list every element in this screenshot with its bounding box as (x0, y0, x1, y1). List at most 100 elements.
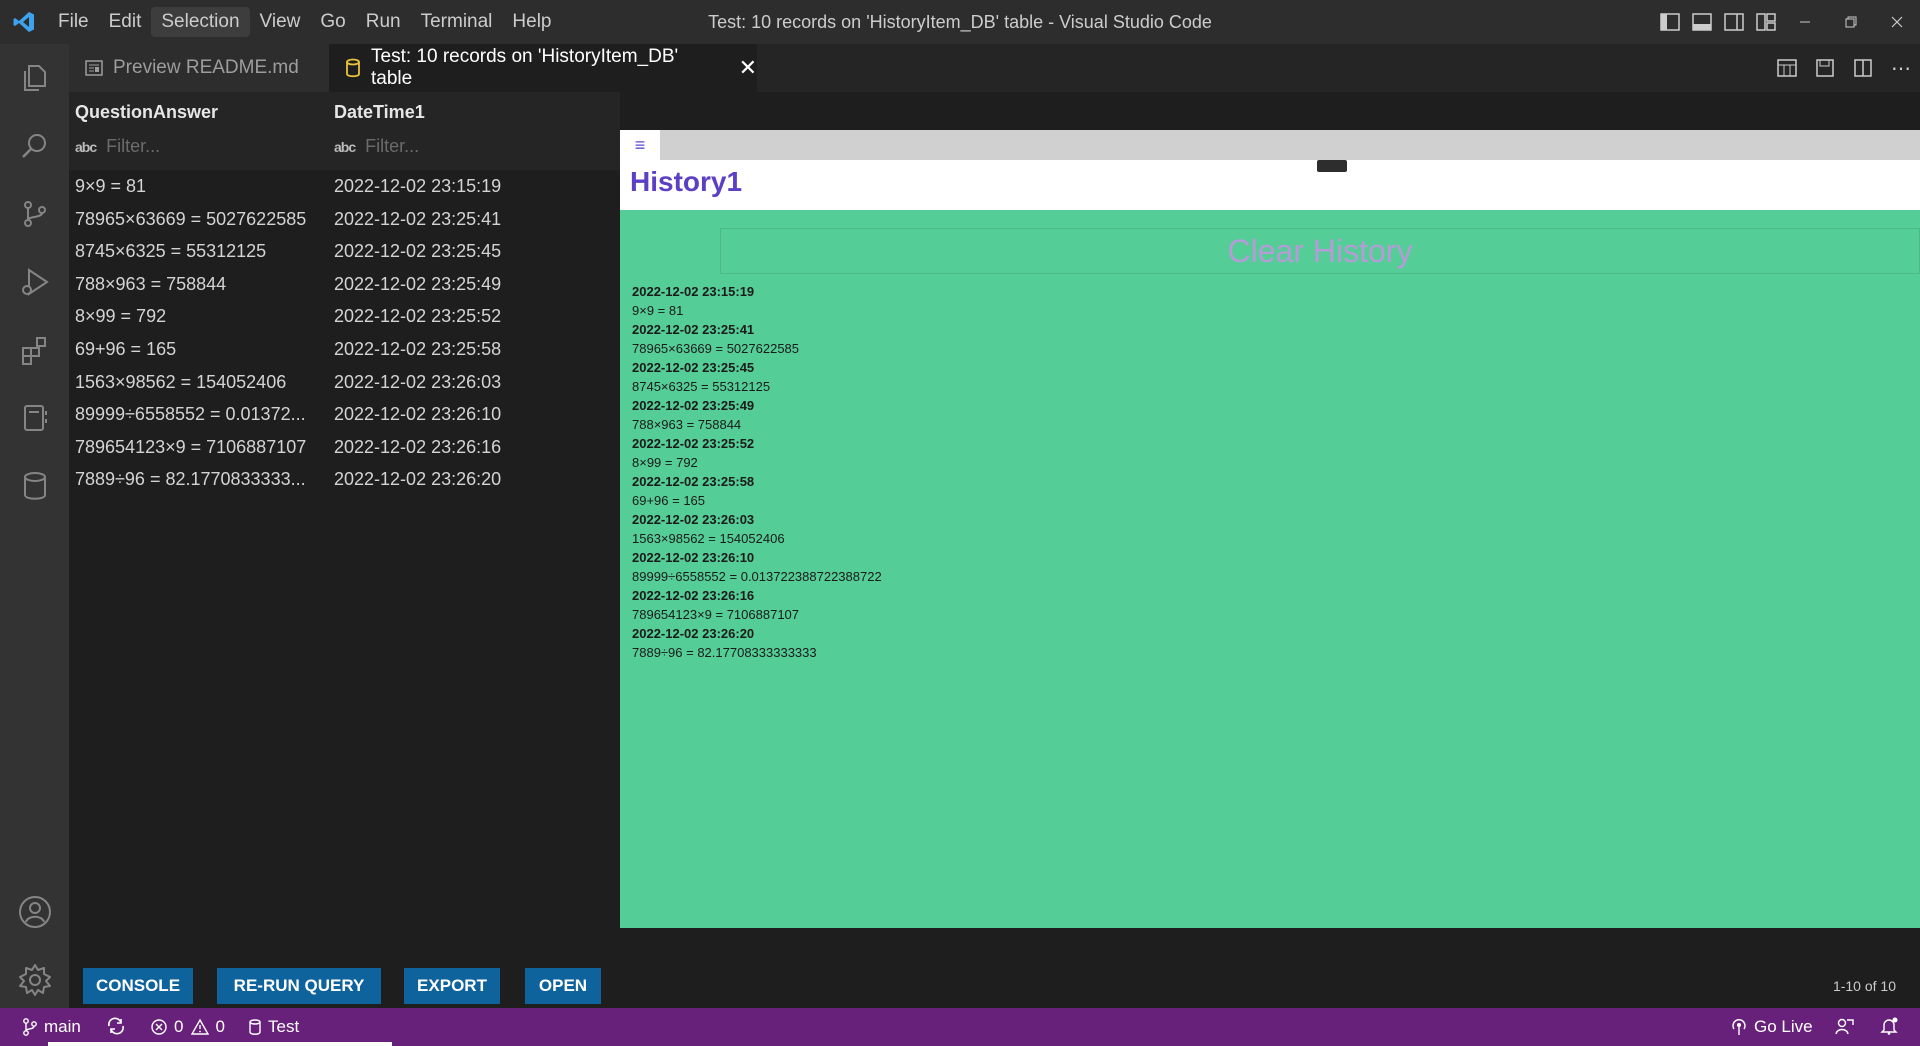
cell-datetime1[interactable]: 2022-12-02 23:25:58 (334, 339, 501, 360)
toggle-panel-icon[interactable] (1686, 0, 1718, 44)
console-button[interactable]: CONSOLE (83, 968, 193, 1004)
settings-gear-icon[interactable] (0, 946, 69, 1014)
cell-datetime1[interactable]: 2022-12-02 23:25:49 (334, 274, 501, 295)
cell-datetime1[interactable]: 2022-12-02 23:25:45 (334, 241, 501, 262)
title-controls (1654, 0, 1920, 44)
cell-questionanswer[interactable]: 7889÷96 = 82.1770833333... (75, 469, 325, 490)
toggle-secondary-sidebar-icon[interactable] (1718, 0, 1750, 44)
source-control-icon[interactable] (0, 180, 69, 248)
customize-layout-icon[interactable] (1750, 0, 1782, 44)
export-button[interactable]: EXPORT (404, 968, 500, 1004)
tab-query-results[interactable]: Test: 10 records on 'HistoryItem_DB' tab… (329, 44, 757, 92)
cell-questionanswer[interactable]: 89999÷6558552 = 0.01372... (75, 404, 325, 425)
open-button[interactable]: OPEN (525, 968, 601, 1004)
toggle-primary-sidebar-icon[interactable] (1654, 0, 1686, 44)
menu-terminal[interactable]: Terminal (411, 7, 503, 37)
cell-questionanswer[interactable]: 78965×63669 = 5027622585 (75, 209, 325, 230)
sync-icon[interactable] (106, 1017, 132, 1035)
warning-icon (191, 1018, 210, 1035)
cell-datetime1[interactable]: 2022-12-02 23:15:19 (334, 176, 501, 197)
notebook-icon[interactable] (0, 384, 69, 452)
close-tab-icon[interactable]: ✕ (739, 55, 757, 81)
cell-questionanswer[interactable]: 69+96 = 165 (75, 339, 325, 360)
go-live-label: Go Live (1754, 1017, 1813, 1036)
resize-handle[interactable] (1317, 160, 1347, 172)
cell-questionanswer[interactable]: 788×963 = 758844 (75, 274, 325, 295)
history-date: 2022-12-02 23:15:19 (632, 284, 755, 299)
table-row[interactable]: 789654123×9 = 7106887107 2022-12-02 23:26… (69, 431, 620, 464)
cell-datetime1[interactable]: 2022-12-02 23:26:03 (334, 372, 501, 393)
hamburger-menu-icon[interactable]: ≡ (620, 130, 660, 160)
table-row[interactable]: 8×99 = 792 2022-12-02 23:25:52 (69, 300, 620, 333)
notifications-bell-icon[interactable] (1880, 1017, 1904, 1035)
table-row[interactable]: 1563×98562 = 154052406 2022-12-02 23:26:0… (69, 366, 620, 399)
menu-selection[interactable]: Selection (151, 7, 250, 37)
status-bar: main 0 0 Test Go Live (0, 1008, 1920, 1046)
cell-questionanswer[interactable]: 1563×98562 = 154052406 (75, 372, 325, 393)
table-row[interactable]: 7889÷96 = 82.1770833333... 2022-12-02 23:… (69, 463, 620, 496)
preview-topbar (620, 130, 1920, 160)
accounts-icon[interactable] (0, 878, 69, 946)
history-date: 2022-12-02 23:26:16 (632, 588, 755, 603)
filter-questionanswer[interactable]: abc Filter... (75, 136, 160, 157)
go-live-button[interactable]: Go Live (1730, 1017, 1813, 1037)
menu-go[interactable]: Go (310, 7, 355, 37)
open-table-icon[interactable] (1768, 59, 1806, 77)
column-header-datetime1[interactable]: DateTime1 (334, 102, 425, 123)
close-window-button[interactable] (1874, 0, 1920, 44)
split-editor-icon[interactable] (1844, 59, 1882, 77)
table-row[interactable]: 788×963 = 758844 2022-12-02 23:25:49 (69, 268, 620, 301)
cell-questionanswer[interactable]: 9×9 = 81 (75, 176, 325, 197)
minimize-button[interactable] (1782, 0, 1828, 44)
column-header-questionanswer[interactable]: QuestionAnswer (75, 102, 218, 123)
extensions-icon[interactable] (0, 316, 69, 384)
clear-history-button[interactable]: Clear History (720, 228, 1920, 274)
filter-input[interactable]: Filter... (106, 136, 160, 157)
warning-count: 0 (215, 1017, 225, 1036)
filter-datetime1[interactable]: abc Filter... (334, 136, 419, 157)
preview-icon (85, 60, 103, 76)
database-icon[interactable] (0, 452, 69, 520)
problems-status[interactable]: 0 0 (150, 1017, 225, 1037)
table-row[interactable]: 8745×6325 = 55312125 2022-12-02 23:25:45 (69, 235, 620, 268)
menu-help[interactable]: Help (502, 7, 561, 37)
menu-file[interactable]: File (48, 7, 99, 37)
live-share-icon[interactable] (1834, 1017, 1860, 1035)
table-row[interactable]: 69+96 = 165 2022-12-02 23:25:58 (69, 333, 620, 366)
cell-datetime1[interactable]: 2022-12-02 23:26:20 (334, 469, 501, 490)
menu-edit[interactable]: Edit (99, 7, 152, 37)
table-row[interactable]: 78965×63669 = 5027622585 2022-12-02 23:25… (69, 203, 620, 236)
text-filter-icon: abc (75, 138, 97, 155)
page-count: 1-10 of 10 (1832, 978, 1896, 994)
database-icon (249, 1019, 261, 1035)
search-icon[interactable] (0, 112, 69, 180)
explorer-icon[interactable] (0, 44, 69, 112)
cell-questionanswer[interactable]: 789654123×9 = 7106887107 (75, 437, 325, 458)
table-row[interactable]: 89999÷6558552 = 0.01372... 2022-12-02 23:… (69, 398, 620, 431)
cell-questionanswer[interactable]: 8745×6325 = 55312125 (75, 241, 325, 262)
run-debug-icon[interactable] (0, 248, 69, 316)
database-icon (345, 58, 361, 78)
history-date: 2022-12-02 23:25:49 (632, 398, 755, 413)
cell-datetime1[interactable]: 2022-12-02 23:25:41 (334, 209, 501, 230)
rerun-query-button[interactable]: RE-RUN QUERY (217, 968, 381, 1004)
history-list: 2022-12-02 23:15:19 9×9 = 81 2022-12-02 … (632, 282, 1832, 662)
menu-view[interactable]: View (250, 7, 311, 37)
cell-datetime1[interactable]: 2022-12-02 23:26:10 (334, 404, 501, 425)
cell-datetime1[interactable]: 2022-12-02 23:26:16 (334, 437, 501, 458)
more-actions-icon[interactable]: ⋯ (1882, 56, 1920, 81)
cell-questionanswer[interactable]: 8×99 = 792 (75, 306, 325, 327)
save-icon[interactable] (1806, 59, 1844, 77)
cell-datetime1[interactable]: 2022-12-02 23:25:52 (334, 306, 501, 327)
tab-label: Preview README.md (113, 57, 299, 78)
tab-preview-readme[interactable]: Preview README.md (69, 44, 329, 92)
filter-input[interactable]: Filter... (365, 136, 419, 157)
history-date: 2022-12-02 23:26:03 (632, 512, 755, 527)
menu-run[interactable]: Run (356, 7, 411, 37)
database-status[interactable]: Test (248, 1017, 299, 1037)
grid-header: QuestionAnswer DateTime1 abc Filter... a… (69, 92, 620, 170)
branch-status[interactable]: main (22, 1017, 81, 1037)
restore-button[interactable] (1828, 0, 1874, 44)
grid-rows: 9×9 = 81 2022-12-02 23:15:19 78965×63669 … (69, 170, 620, 496)
table-row[interactable]: 9×9 = 81 2022-12-02 23:15:19 (69, 170, 620, 203)
